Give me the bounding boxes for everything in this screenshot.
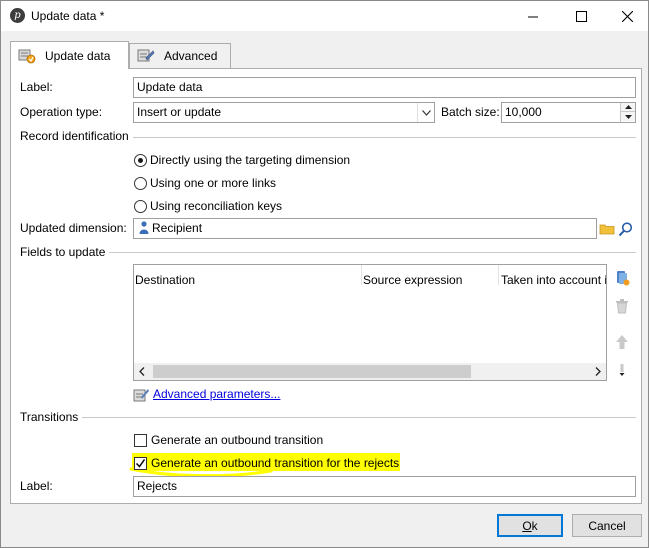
advanced-icon <box>137 49 155 62</box>
update-data-icon <box>18 49 36 63</box>
minimize-icon <box>527 16 538 17</box>
advanced-parameters-icon <box>133 387 149 403</box>
stepper-up-button[interactable] <box>621 103 635 112</box>
scrollbar-thumb[interactable] <box>153 365 471 378</box>
record-identification-title: Record identification <box>20 129 133 143</box>
advanced-parameters-link[interactable]: Advanced parameters... <box>153 387 280 401</box>
radio-reconciliation-keys[interactable]: Using reconciliation keys <box>134 199 282 213</box>
fields-grid[interactable]: Destination Source expression Taken into… <box>133 264 607 381</box>
checkbox-checked-icon <box>134 456 147 470</box>
ok-label-rest: k <box>531 518 538 533</box>
batch-size-stepper[interactable]: 10,000 <box>501 102 636 123</box>
maximize-button[interactable] <box>558 1 604 31</box>
radio-circle-icon <box>134 153 147 167</box>
radio-one-or-more-links-label: Using one or more links <box>150 176 277 190</box>
transition-label-caption: Label: <box>20 479 53 493</box>
checkbox-icon <box>134 433 147 447</box>
delete-icon[interactable] <box>613 297 631 315</box>
label-input[interactable]: Update data <box>133 77 636 98</box>
column-divider[interactable] <box>498 265 499 285</box>
generate-outbound-checkbox[interactable]: Generate an outbound transition <box>134 433 323 447</box>
triangle-down-icon <box>624 114 632 119</box>
transition-label-input[interactable]: Rejects <box>133 476 636 497</box>
column-header-taken-into-account[interactable]: Taken into account i <box>501 273 606 287</box>
update-data-panel: Label: Update data Operation type: Inser… <box>10 68 642 504</box>
column-header-destination[interactable]: Destination <box>135 273 195 287</box>
label-caption: Label: <box>20 80 53 94</box>
horizontal-scrollbar[interactable] <box>134 363 606 380</box>
triangle-up-icon <box>624 105 632 109</box>
close-icon <box>621 10 633 22</box>
tab-advanced-label: Advanced <box>164 49 218 63</box>
recipient-icon <box>139 221 149 234</box>
updated-dimension-caption: Updated dimension: <box>20 221 127 235</box>
ok-accelerator: O <box>522 518 532 533</box>
column-header-source-expression[interactable]: Source expression <box>363 273 462 287</box>
radio-one-or-more-links[interactable]: Using one or more links <box>134 176 276 190</box>
stepper-down-button[interactable] <box>621 112 635 121</box>
generate-rejects-checkbox[interactable]: Generate an outbound transition for the … <box>134 456 399 470</box>
radio-circle-icon <box>134 199 147 213</box>
update-data-dialog: p Update data * Update data Advanced Lab… <box>0 0 649 548</box>
ok-button[interactable]: Ok <box>497 514 563 537</box>
tab-update-data[interactable]: Update data <box>10 41 129 69</box>
title-bar[interactable]: p Update data * <box>1 1 648 31</box>
fields-to-update-title: Fields to update <box>20 245 110 259</box>
radio-circle-icon <box>134 176 147 190</box>
radio-reconciliation-keys-label: Using reconciliation keys <box>150 199 283 213</box>
generate-rejects-label: Generate an outbound transition for the … <box>151 456 400 470</box>
updated-dimension-value: Recipient <box>152 221 203 235</box>
maximize-icon <box>575 10 587 22</box>
fields-to-update-divider <box>20 252 636 253</box>
chevron-down-icon <box>417 103 434 122</box>
updated-dimension-field[interactable]: Recipient <box>133 218 597 239</box>
operation-type-caption: Operation type: <box>20 105 103 119</box>
minimize-button[interactable] <box>510 1 556 31</box>
app-logo-icon: p <box>10 8 25 23</box>
move-down-icon[interactable] <box>613 361 631 379</box>
scroll-right-icon <box>595 367 601 376</box>
move-up-icon[interactable] <box>613 333 631 351</box>
generate-outbound-label: Generate an outbound transition <box>151 433 324 447</box>
radio-directly-targeting-label: Directly using the targeting dimension <box>150 153 351 167</box>
close-button[interactable] <box>604 1 649 31</box>
radio-directly-targeting[interactable]: Directly using the targeting dimension <box>134 153 350 167</box>
search-icon[interactable] <box>618 221 634 237</box>
batch-size-value: 10,000 <box>505 105 542 119</box>
add-field-icon[interactable] <box>613 269 631 287</box>
cancel-button[interactable]: Cancel <box>572 514 642 537</box>
folder-icon[interactable] <box>599 221 615 237</box>
operation-type-value: Insert or update <box>137 105 222 119</box>
scroll-left-icon <box>139 367 145 376</box>
column-divider[interactable] <box>361 265 362 285</box>
tab-update-data-label: Update data <box>45 48 111 63</box>
transitions-divider <box>20 417 636 418</box>
window-title: Update data * <box>31 9 105 23</box>
transitions-title: Transitions <box>20 410 83 424</box>
operation-type-select[interactable]: Insert or update <box>133 102 435 123</box>
tab-advanced[interactable]: Advanced <box>129 43 231 68</box>
batch-size-caption: Batch size: <box>441 105 500 119</box>
